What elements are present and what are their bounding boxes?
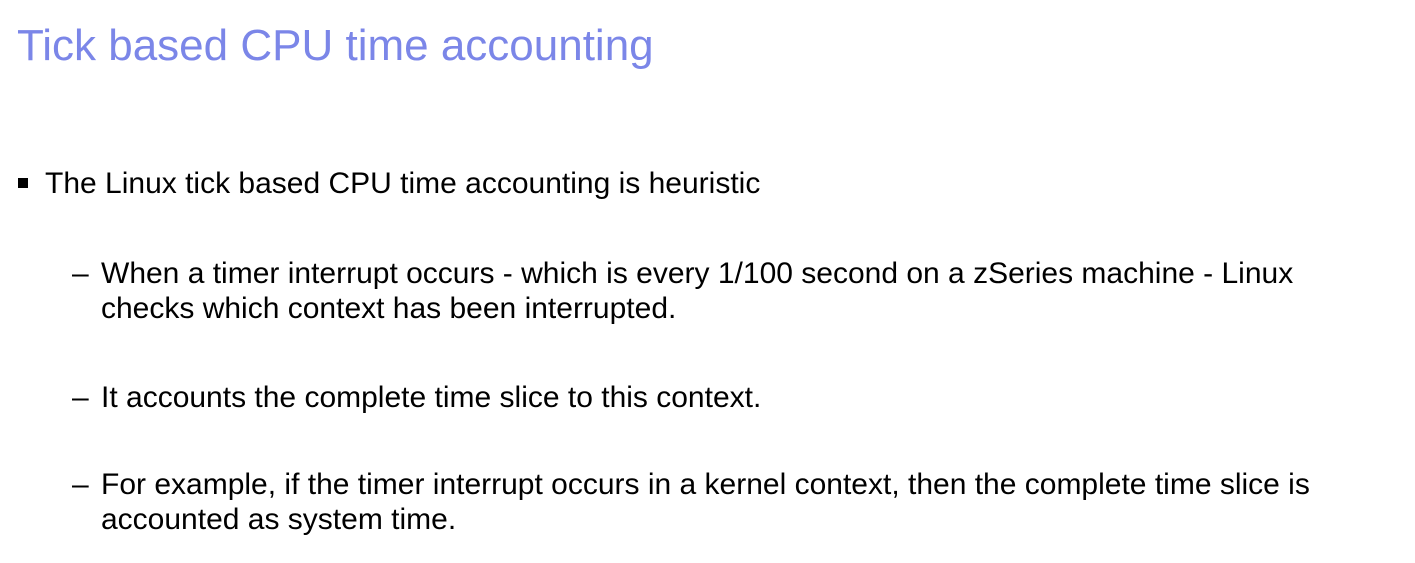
slide-title: Tick based CPU time accounting: [17, 21, 654, 70]
main-bullet-text: The Linux tick based CPU time accounting…: [45, 167, 761, 200]
sub-bullet-item: – It accounts the complete time slice to…: [72, 380, 1392, 415]
sub-bullet-text: When a timer interrupt occurs - which is…: [101, 257, 1294, 325]
sub-bullet-item: – For example, if the timer interrupt oc…: [72, 467, 1392, 537]
sub-bullet-text: It accounts the complete time slice to t…: [101, 381, 762, 414]
square-bullet-icon: [18, 178, 28, 188]
sub-bullet-item: – When a timer interrupt occurs - which …: [72, 256, 1392, 326]
dash-bullet-icon: –: [72, 257, 89, 290]
dash-bullet-icon: –: [72, 468, 89, 501]
dash-bullet-icon: –: [72, 381, 89, 414]
sub-bullet-text: For example, if the timer interrupt occu…: [101, 468, 1310, 536]
